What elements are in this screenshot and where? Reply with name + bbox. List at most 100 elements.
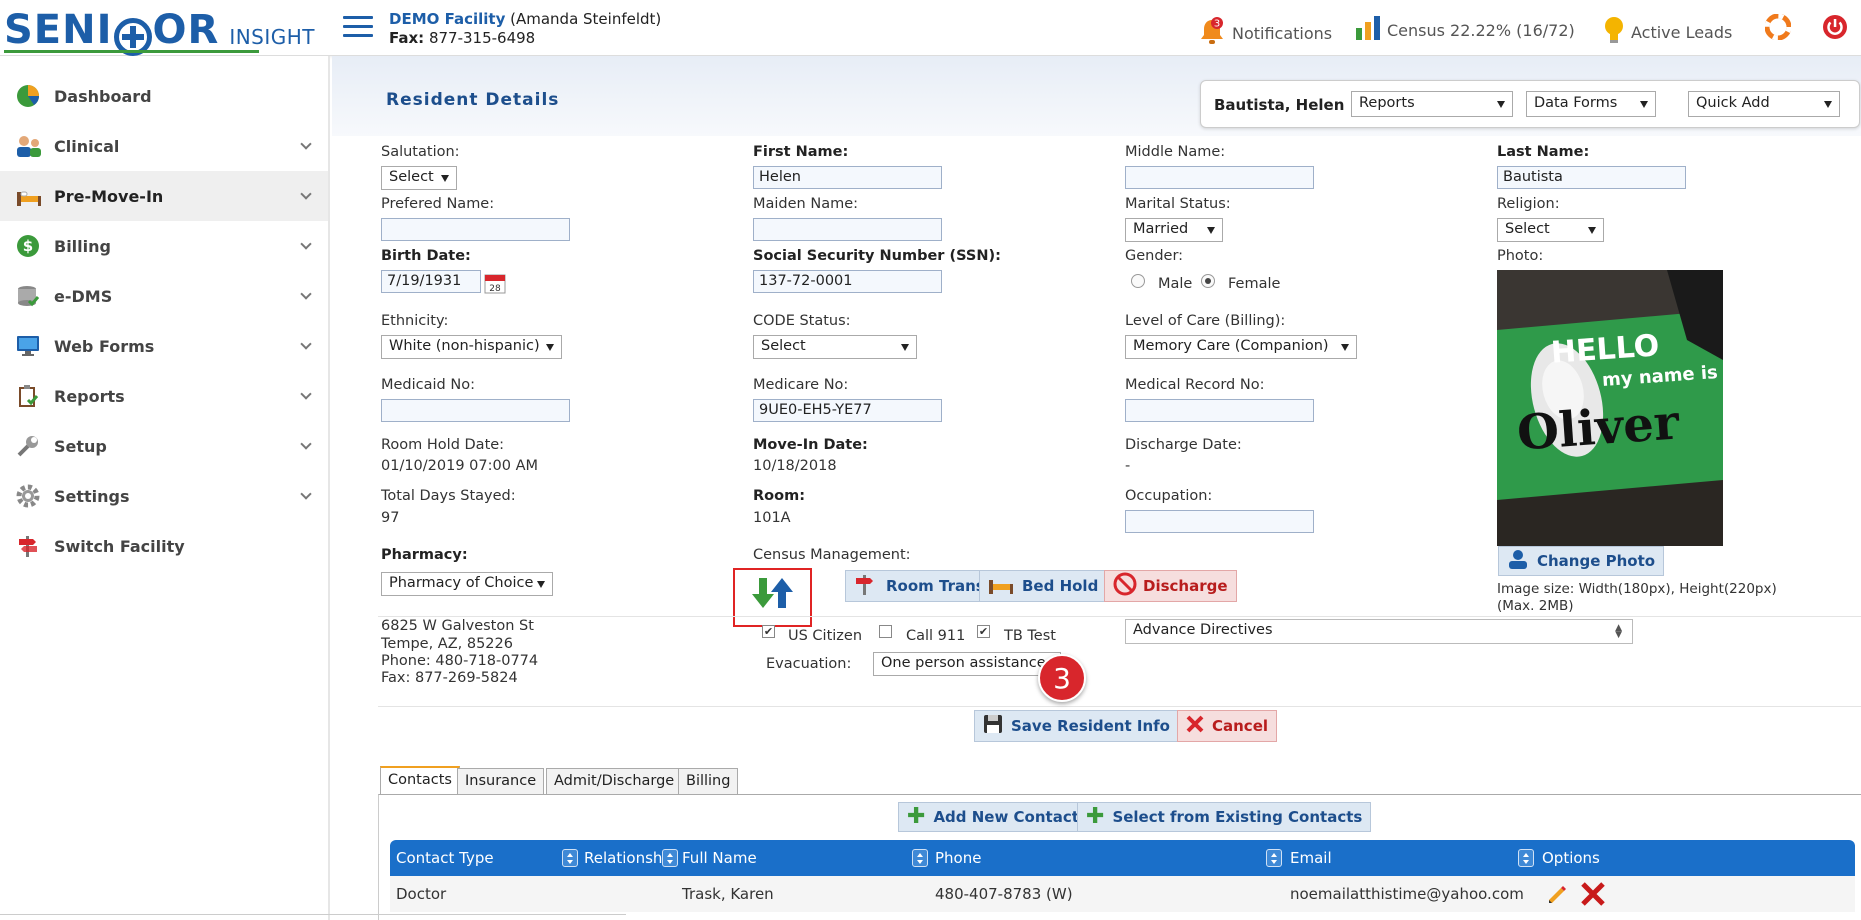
page-title: Resident Details [386, 90, 560, 110]
sort-icon[interactable] [562, 849, 578, 867]
delete-x-icon[interactable] [1580, 881, 1606, 911]
sidebar-item-switch-facility[interactable]: Switch Facility [0, 521, 328, 571]
code-status-label: CODE Status: [753, 313, 851, 329]
column-header-contact-type[interactable]: Contact Type [396, 849, 494, 867]
last-name-input[interactable]: Bautista [1497, 166, 1686, 189]
tab-billing[interactable]: Billing [678, 768, 739, 794]
birth-date-input[interactable]: 7/19/1931 [381, 270, 481, 293]
image-size-max: (Max. 2MB) [1497, 598, 1574, 614]
clipboard-icon [16, 384, 40, 408]
sidebar-label: e-DMS [54, 286, 113, 306]
active-leads-link[interactable]: Active Leads [1603, 16, 1732, 48]
advance-directives-select[interactable]: Advance Directives ▲ ▼ [1125, 619, 1633, 644]
cell-full-name: Trask, Karen [682, 885, 774, 903]
resident-action-bar: Bautista, Helen Reports Data Forms Quick… [1200, 80, 1860, 128]
sidebar-item-web-forms[interactable]: Web Forms [0, 321, 328, 371]
pharmacy-label: Pharmacy: [381, 547, 468, 563]
calendar-icon[interactable]: 28 [484, 272, 506, 298]
discharge-label: Discharge [1143, 577, 1228, 595]
senior-insight-logo[interactable]: SEN I OR INSIGHT [4, 4, 315, 56]
column-header-email[interactable]: Email [1290, 849, 1332, 867]
sort-icon[interactable] [662, 849, 678, 867]
level-of-care-select[interactable]: Memory Care (Companion) [1125, 335, 1357, 359]
add-new-contact-button[interactable]: ✚ Add New Contact [898, 802, 1088, 832]
change-photo-button[interactable]: Change Photo [1498, 546, 1665, 576]
sort-icon[interactable] [1266, 849, 1282, 867]
sidebar-item-clinical[interactable]: Clinical [0, 121, 328, 171]
gender-female-radio[interactable] [1201, 274, 1215, 288]
pharmacy-address-line1: 6825 W Galveston St [381, 618, 534, 634]
quick-add-select-value: Quick Add [1696, 95, 1770, 111]
sidebar-item-dashboard[interactable]: Dashboard [0, 71, 328, 121]
facility-user: (Amanda Steinfeldt) [505, 10, 662, 28]
bottom-edge [0, 914, 626, 915]
column-header-phone[interactable]: Phone [935, 849, 981, 867]
reports-select[interactable]: Reports [1351, 91, 1513, 117]
evacuation-select[interactable]: One person assistance [873, 652, 1061, 676]
top-bar: SEN I OR INSIGHT DEMO Facility (Amanda S… [0, 0, 1861, 56]
admit-arrows-icon[interactable] [750, 576, 795, 610]
ssn-input[interactable]: 137-72-0001 [753, 270, 942, 293]
us-citizen-checkbox[interactable]: ✔ [762, 625, 775, 638]
room-hold-value: 01/10/2019 07:00 AM [381, 458, 539, 474]
dropdown-arrow-icon [1588, 227, 1596, 234]
sidebar-item-settings[interactable]: Settings [0, 471, 328, 521]
census-link[interactable]: Census 22.22% (16/72) [1355, 16, 1575, 44]
data-forms-select[interactable]: Data Forms [1526, 91, 1656, 117]
salutation-select[interactable]: Select [381, 166, 457, 190]
pharmacy-fax: Fax: 877-269-5824 [381, 670, 518, 686]
call-911-checkbox[interactable] [879, 625, 892, 638]
discharge-button[interactable]: Discharge [1104, 570, 1237, 602]
cell-contact-type: Doctor [396, 885, 447, 903]
bed-hold-button[interactable]: Bed Hold [979, 570, 1108, 602]
room-hold-label: Room Hold Date: [381, 437, 505, 453]
column-header-full-name[interactable]: Full Name [682, 849, 757, 867]
sidebar-label: Dashboard [54, 86, 152, 106]
middle-name-input[interactable] [1125, 166, 1314, 189]
code-status-value: Select [761, 338, 806, 354]
tab-contacts[interactable]: Contacts [380, 766, 460, 794]
medicaid-input[interactable] [381, 399, 570, 422]
sidebar-item-pre-move-in[interactable]: Pre-Move-In [0, 171, 328, 221]
facility-name[interactable]: DEMO Facility [389, 10, 505, 28]
pharmacy-select[interactable]: Pharmacy of Choice [381, 572, 553, 596]
gender-male-radio[interactable] [1131, 274, 1145, 288]
preferred-name-input[interactable] [381, 218, 570, 241]
maiden-name-input[interactable] [753, 218, 942, 241]
sidebar-label: Settings [54, 486, 130, 506]
tb-test-checkbox[interactable]: ✔ [977, 625, 990, 638]
cancel-button[interactable]: Cancel [1177, 710, 1278, 742]
sidebar-item-edms[interactable]: e-DMS [0, 271, 328, 321]
power-logout-icon[interactable] [1822, 14, 1848, 40]
save-resident-info-button[interactable]: Save Resident Info [974, 710, 1179, 742]
help-icon[interactable] [1765, 14, 1791, 40]
tb-test-label: TB Test [1004, 628, 1056, 644]
religion-select[interactable]: Select [1497, 218, 1604, 242]
sidebar-label: Reports [54, 386, 125, 406]
clinical-people-icon [16, 134, 41, 158]
sort-icon[interactable] [1518, 849, 1534, 867]
pencil-edit-icon[interactable] [1545, 882, 1569, 910]
notifications-link[interactable]: 3 Notifications [1198, 16, 1332, 50]
code-status-select[interactable]: Select [753, 335, 917, 359]
chevron-down-icon [300, 388, 312, 400]
sort-icon[interactable] [912, 849, 928, 867]
discharge-date-value: - [1125, 458, 1131, 474]
first-name-input[interactable]: Helen [753, 166, 942, 189]
hamburger-menu-icon[interactable] [343, 16, 373, 38]
chevron-down-icon [300, 438, 312, 450]
quick-add-select[interactable]: Quick Add [1688, 91, 1840, 117]
medicare-input[interactable]: 9UE0-EH5-YE77 [753, 399, 942, 422]
signpost-icon [16, 534, 40, 558]
sidebar-item-setup[interactable]: Setup [0, 421, 328, 471]
select-existing-contacts-button[interactable]: ✚ Select from Existing Contacts [1077, 802, 1372, 832]
marital-status-select[interactable]: Married [1125, 218, 1223, 242]
sidebar-item-billing[interactable]: $ Billing [0, 221, 328, 271]
ethnicity-select[interactable]: White (non-hispanic) [381, 335, 562, 359]
table-row[interactable]: Doctor Trask, Karen 480-407-8783 (W) noe… [390, 876, 1855, 912]
medical-record-input[interactable] [1125, 399, 1314, 422]
sidebar-item-reports[interactable]: Reports [0, 371, 328, 421]
tab-insurance[interactable]: Insurance [457, 768, 545, 794]
tab-admit-discharge[interactable]: Admit/Discharge [546, 768, 683, 794]
occupation-input[interactable] [1125, 510, 1314, 533]
